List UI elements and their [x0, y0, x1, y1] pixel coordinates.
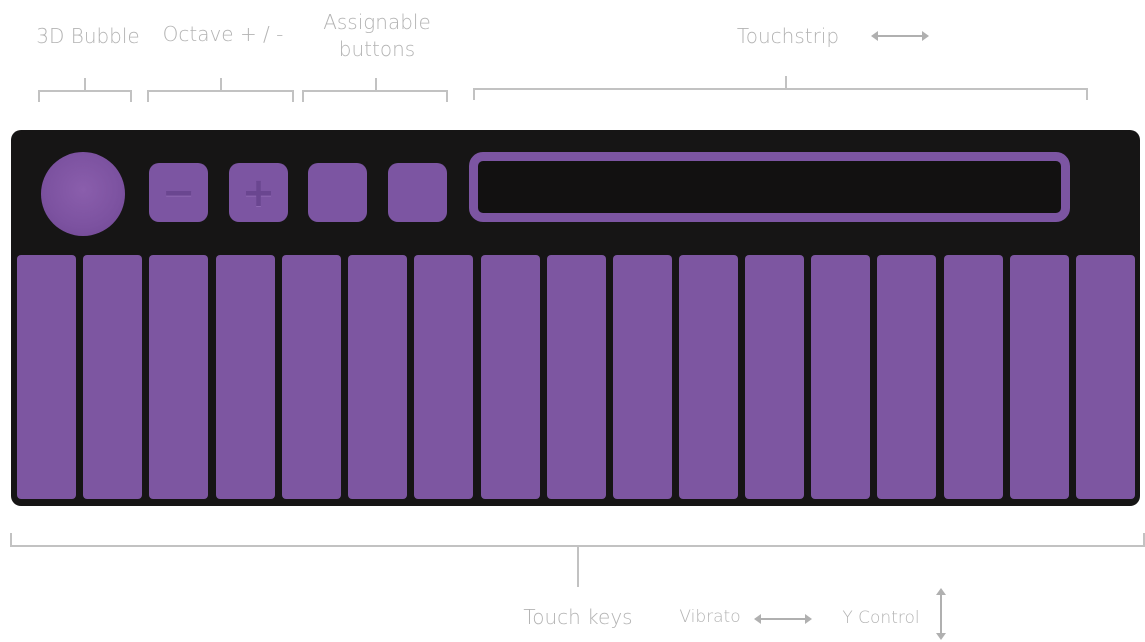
horizontal-arrow-icon [871, 31, 929, 41]
plus-icon: + [241, 169, 276, 216]
3d-bubble[interactable] [41, 152, 125, 236]
touch-key[interactable] [877, 255, 936, 499]
label-vibrato: Vibrato [679, 607, 741, 627]
label-touch-keys: Touch keys [523, 605, 633, 629]
label-touchstrip: Touchstrip [736, 24, 840, 48]
touch-key[interactable] [216, 255, 275, 499]
touchstrip[interactable] [469, 152, 1070, 222]
touch-key[interactable] [83, 255, 142, 499]
controller-device: − + [11, 130, 1140, 506]
label-y-control: Y Control [842, 608, 920, 628]
touch-key[interactable] [282, 255, 341, 499]
touch-key[interactable] [811, 255, 870, 499]
touch-key[interactable] [348, 255, 407, 499]
bracket-octave [147, 78, 294, 102]
touch-key[interactable] [414, 255, 473, 499]
touch-key[interactable] [17, 255, 76, 499]
touch-key[interactable] [944, 255, 1003, 499]
bracket-touchstrip [473, 76, 1088, 100]
label-assignable-line2: buttons [338, 37, 416, 61]
assignable-button-2[interactable] [388, 163, 447, 222]
label-assignable-line1: Assignable [323, 10, 431, 34]
octave-plus-button[interactable]: + [229, 163, 288, 222]
label-3d-bubble: 3D Bubble [36, 24, 140, 48]
touch-key[interactable] [481, 255, 540, 499]
touch-key[interactable] [679, 255, 738, 499]
touch-key[interactable] [1076, 255, 1135, 499]
bracket-assignable [302, 78, 448, 102]
octave-minus-button[interactable]: − [149, 163, 208, 222]
label-octave: Octave + / - [162, 22, 284, 46]
touch-key[interactable] [547, 255, 606, 499]
horizontal-arrow-icon [754, 614, 812, 624]
assignable-button-1[interactable] [308, 163, 367, 222]
bracket-touch-keys [10, 533, 1145, 587]
touch-key[interactable] [745, 255, 804, 499]
touch-key[interactable] [149, 255, 208, 499]
touch-key[interactable] [613, 255, 672, 499]
vertical-arrow-icon [936, 588, 946, 640]
bracket-bubble [38, 78, 132, 102]
touch-key[interactable] [1010, 255, 1069, 499]
minus-icon: − [161, 169, 196, 216]
